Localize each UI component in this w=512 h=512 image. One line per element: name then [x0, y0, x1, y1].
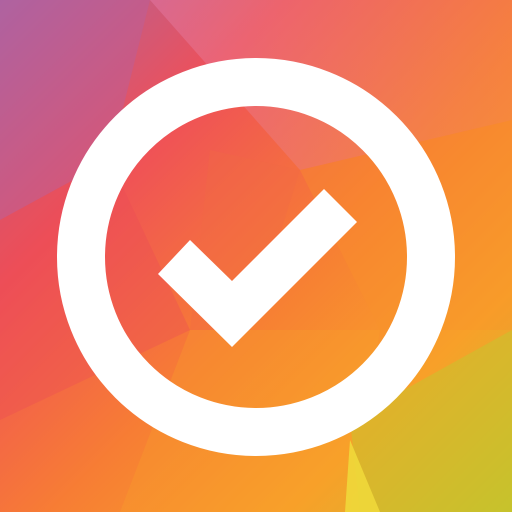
app-icon-graphic [0, 0, 512, 512]
app-icon[interactable] [0, 0, 512, 512]
